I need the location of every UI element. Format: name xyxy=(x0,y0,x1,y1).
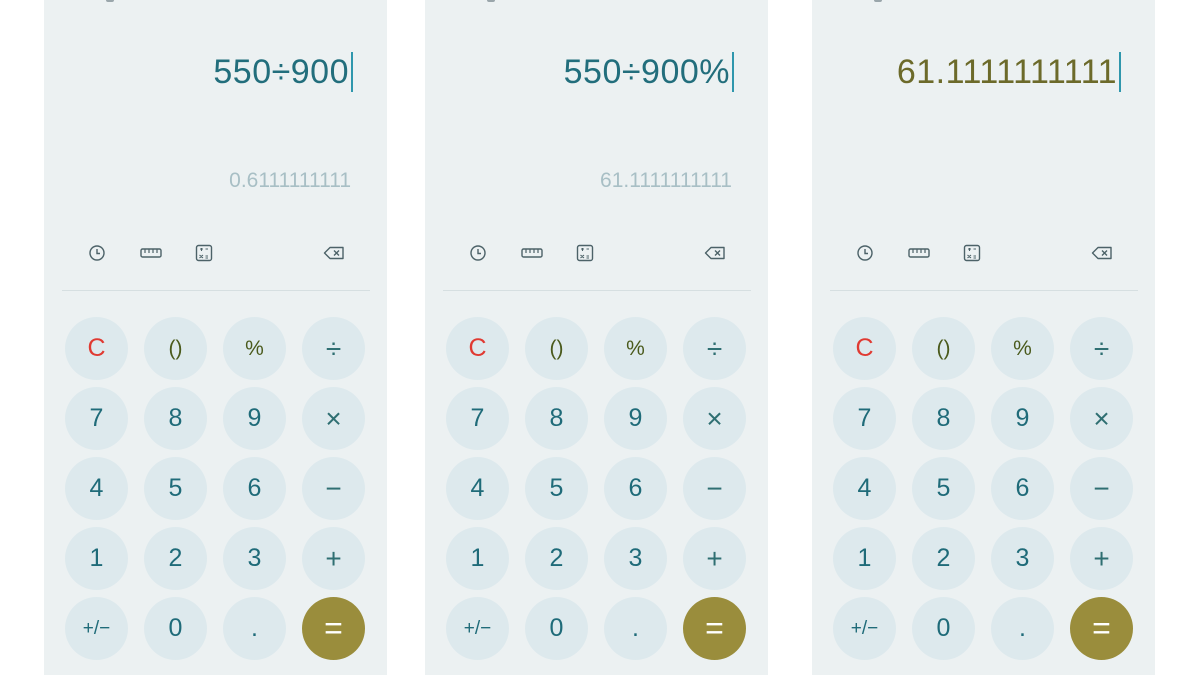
percent-button[interactable]: % xyxy=(991,317,1054,380)
calculator-screen-1: 550÷900 0.6111111111 C () % ÷ 7 8 9 × 4 … xyxy=(44,0,387,675)
plus-button[interactable]: + xyxy=(1070,527,1133,590)
parentheses-button[interactable]: () xyxy=(144,317,207,380)
digit-1-button[interactable]: 1 xyxy=(446,527,509,590)
keypad: C () % ÷ 7 8 9 × 4 5 6 − 1 2 3 + +/− 0 .… xyxy=(425,0,768,675)
plus-minus-button[interactable]: +/− xyxy=(833,597,896,660)
clear-button[interactable]: C xyxy=(65,317,128,380)
digit-0-button[interactable]: 0 xyxy=(525,597,588,660)
multiply-button[interactable]: × xyxy=(683,387,746,450)
equals-button[interactable]: = xyxy=(302,597,365,660)
digit-0-button[interactable]: 0 xyxy=(144,597,207,660)
parentheses-button[interactable]: () xyxy=(525,317,588,380)
plus-button[interactable]: + xyxy=(683,527,746,590)
digit-5-button[interactable]: 5 xyxy=(144,457,207,520)
parentheses-button[interactable]: () xyxy=(912,317,975,380)
divide-button[interactable]: ÷ xyxy=(683,317,746,380)
keypad: C () % ÷ 7 8 9 × 4 5 6 − 1 2 3 + +/− 0 .… xyxy=(44,0,387,675)
digit-1-button[interactable]: 1 xyxy=(833,527,896,590)
equals-button[interactable]: = xyxy=(683,597,746,660)
digit-2-button[interactable]: 2 xyxy=(525,527,588,590)
digit-2-button[interactable]: 2 xyxy=(144,527,207,590)
minus-button[interactable]: − xyxy=(302,457,365,520)
digit-9-button[interactable]: 9 xyxy=(223,387,286,450)
multiply-button[interactable]: × xyxy=(1070,387,1133,450)
plus-button[interactable]: + xyxy=(302,527,365,590)
equals-button[interactable]: = xyxy=(1070,597,1133,660)
multiply-button[interactable]: × xyxy=(302,387,365,450)
clear-button[interactable]: C xyxy=(446,317,509,380)
digit-7-button[interactable]: 7 xyxy=(833,387,896,450)
digit-0-button[interactable]: 0 xyxy=(912,597,975,660)
decimal-button[interactable]: . xyxy=(223,597,286,660)
digit-4-button[interactable]: 4 xyxy=(446,457,509,520)
digit-6-button[interactable]: 6 xyxy=(223,457,286,520)
digit-3-button[interactable]: 3 xyxy=(223,527,286,590)
divide-button[interactable]: ÷ xyxy=(1070,317,1133,380)
decimal-button[interactable]: . xyxy=(991,597,1054,660)
digit-7-button[interactable]: 7 xyxy=(446,387,509,450)
percent-button[interactable]: % xyxy=(223,317,286,380)
digit-8-button[interactable]: 8 xyxy=(525,387,588,450)
divide-button[interactable]: ÷ xyxy=(302,317,365,380)
calculator-screen-2: 550÷900% 61.1111111111 C () % ÷ 7 8 9 × … xyxy=(425,0,768,675)
digit-3-button[interactable]: 3 xyxy=(991,527,1054,590)
minus-button[interactable]: − xyxy=(683,457,746,520)
plus-minus-button[interactable]: +/− xyxy=(446,597,509,660)
digit-8-button[interactable]: 8 xyxy=(144,387,207,450)
digit-9-button[interactable]: 9 xyxy=(604,387,667,450)
minus-button[interactable]: − xyxy=(1070,457,1133,520)
keypad: C () % ÷ 7 8 9 × 4 5 6 − 1 2 3 + +/− 0 .… xyxy=(812,0,1155,675)
digit-4-button[interactable]: 4 xyxy=(833,457,896,520)
digit-7-button[interactable]: 7 xyxy=(65,387,128,450)
plus-minus-button[interactable]: +/− xyxy=(65,597,128,660)
clear-button[interactable]: C xyxy=(833,317,896,380)
digit-3-button[interactable]: 3 xyxy=(604,527,667,590)
percent-button[interactable]: % xyxy=(604,317,667,380)
digit-6-button[interactable]: 6 xyxy=(604,457,667,520)
digit-8-button[interactable]: 8 xyxy=(912,387,975,450)
digit-5-button[interactable]: 5 xyxy=(912,457,975,520)
digit-5-button[interactable]: 5 xyxy=(525,457,588,520)
digit-9-button[interactable]: 9 xyxy=(991,387,1054,450)
digit-6-button[interactable]: 6 xyxy=(991,457,1054,520)
digit-2-button[interactable]: 2 xyxy=(912,527,975,590)
calculator-screen-3: 61.1111111111 C () % ÷ 7 8 9 × 4 5 6 − 1… xyxy=(812,0,1155,675)
digit-1-button[interactable]: 1 xyxy=(65,527,128,590)
decimal-button[interactable]: . xyxy=(604,597,667,660)
digit-4-button[interactable]: 4 xyxy=(65,457,128,520)
